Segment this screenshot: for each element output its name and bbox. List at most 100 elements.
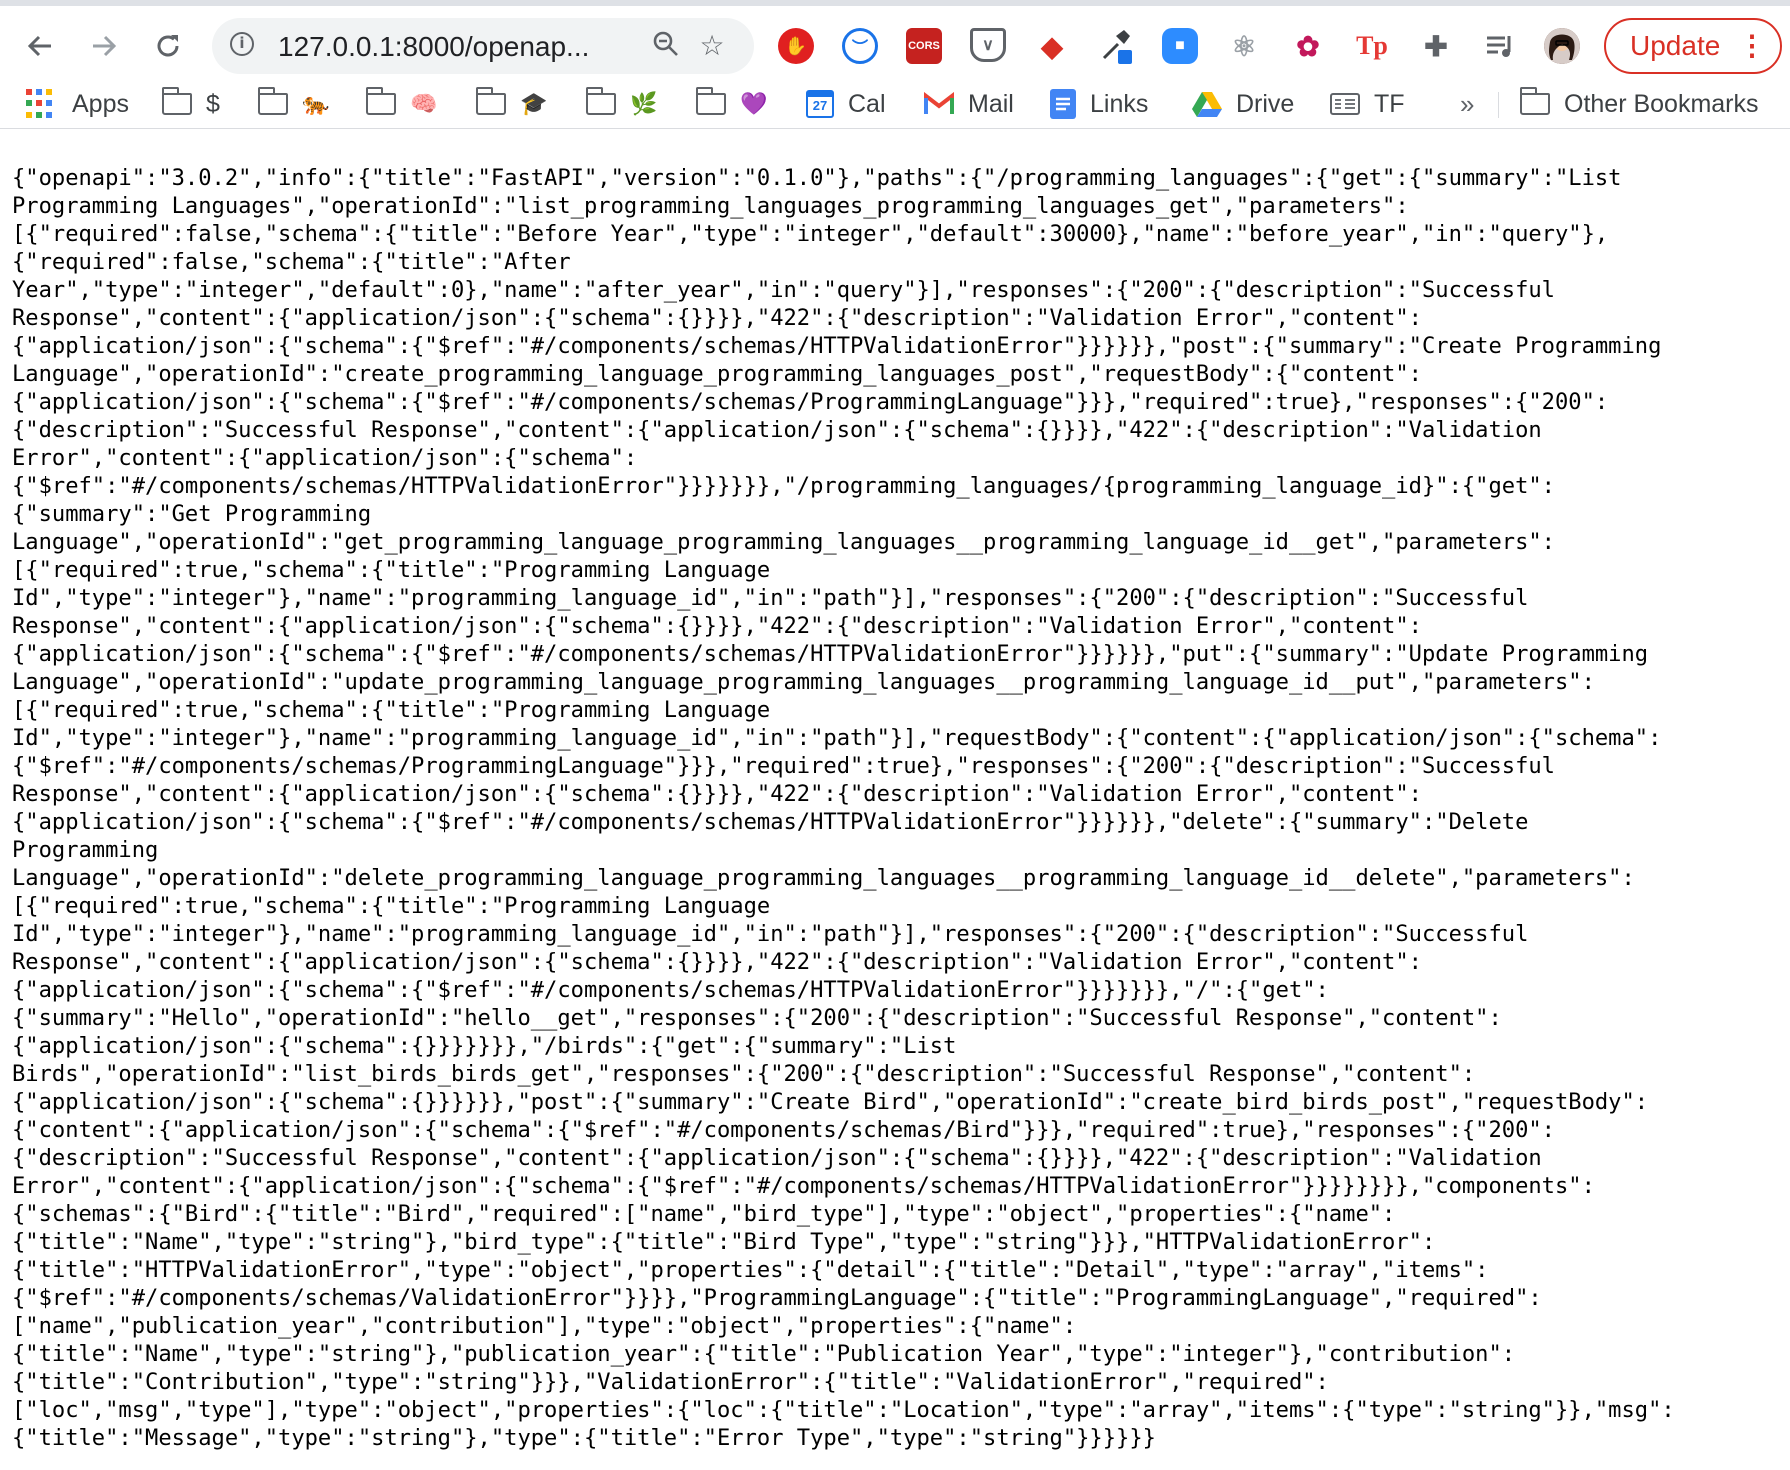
json-text-line: {"title":"Message","type":"string"},"typ…	[12, 1425, 1156, 1451]
json-text-line: {"application/json":{"schema":{"$ref":"#…	[12, 809, 1529, 835]
json-text-line: ["name","publication_year","contribution…	[12, 1313, 1077, 1339]
bookmark-folder-herb[interactable]: 🌿	[585, 86, 658, 122]
json-text-line: {"application/json":{"schema":{}}}}}},"p…	[12, 1089, 1649, 1115]
herb-icon: 🌿	[630, 91, 658, 116]
json-text-line: {"description":"Successful Response","co…	[12, 417, 1542, 443]
json-text-line: ["loc","msg","type"],"type":"object","pr…	[12, 1397, 1675, 1423]
bookmark-label: Apps	[72, 89, 129, 118]
json-text-line: Response","content":{"application/json":…	[12, 781, 1422, 807]
json-text-line: [{"required":false,"schema":{"title":"Be…	[12, 221, 1609, 247]
bookmark-cal[interactable]: 27 Cal	[806, 86, 886, 122]
google-drive-icon	[1192, 92, 1222, 117]
folder-icon	[1519, 87, 1550, 115]
docs-icon	[1050, 89, 1076, 119]
purple-heart-icon: 💜	[740, 91, 768, 116]
json-text-line: Response","content":{"application/json":…	[12, 949, 1422, 975]
folder-icon	[365, 87, 396, 115]
folder-icon	[161, 87, 192, 115]
json-text-line: {"application/json":{"schema":{"$ref":"#…	[12, 641, 1649, 667]
bookmarks-bar: Apps $ 🐅 🧠 🎓 🌿 💜 27 Cal Mail Links Drive	[0, 80, 1790, 129]
brain-icon: 🧠	[410, 91, 438, 116]
json-text-line: Language","operationId":"delete_programm…	[12, 865, 1635, 891]
bookmark-links[interactable]: Links	[1050, 86, 1148, 122]
apps-grid-icon	[26, 89, 56, 119]
url-text[interactable]: 127.0.0.1:8000/openap...	[278, 31, 589, 63]
kebab-menu-icon[interactable]: ⋮	[1738, 20, 1766, 72]
bookmark-folder-brain[interactable]: 🧠	[365, 86, 438, 122]
forward-arrow-icon[interactable]	[82, 24, 126, 68]
bookmark-drive[interactable]: Drive	[1192, 86, 1294, 122]
bookmark-apps[interactable]: Apps	[26, 86, 129, 122]
json-text-line: {"$ref":"#/components/schemas/Validation…	[12, 1285, 1542, 1311]
json-text-line: Response","content":{"application/json":…	[12, 305, 1422, 331]
json-text-line: {"$ref":"#/components/schemas/HTTPValida…	[12, 473, 1555, 499]
bookmark-label: Cal	[848, 89, 886, 118]
json-text-line: Language","operationId":"update_programm…	[12, 669, 1595, 695]
json-text-line: Programming	[12, 837, 159, 863]
json-text-line: Id","type":"integer"},"name":"programmin…	[12, 921, 1529, 947]
json-text-line: [{"required":true,"schema":{"title":"Pro…	[12, 557, 771, 583]
json-text-line: {"title":"Name","type":"string"},"public…	[12, 1341, 1516, 1367]
bookmark-tf[interactable]: TF	[1330, 86, 1405, 122]
gmail-icon	[924, 92, 954, 114]
zoom-meeting-extension-icon[interactable]: ■	[1162, 28, 1198, 64]
bookmark-label: Mail	[968, 89, 1014, 118]
site-info-icon[interactable]: i	[230, 32, 254, 56]
json-text-line: Error","content":{"application/json":{"s…	[12, 1173, 1595, 1199]
json-text-line: Programming Languages","operationId":"li…	[12, 193, 1409, 219]
profile-avatar[interactable]	[1544, 28, 1580, 64]
reload-icon[interactable]	[146, 24, 190, 68]
json-text-line: {"title":"Contribution","type":"string"}…	[12, 1369, 1329, 1395]
zoom-icon[interactable]	[650, 30, 682, 62]
json-text-line: {"schemas":{"Bird":{"title":"Bird","requ…	[12, 1201, 1396, 1227]
calendar-icon: 27	[806, 90, 834, 118]
keyboard-card-icon	[1330, 93, 1360, 115]
eyedropper-extension-icon[interactable]	[1098, 28, 1134, 64]
bookmark-folder-dollar[interactable]: $	[161, 86, 220, 122]
bookmark-folder-graduation[interactable]: 🎓	[475, 86, 548, 122]
flower-extension-icon[interactable]: ✿	[1290, 28, 1326, 64]
chat-extension-icon[interactable]: ︶	[842, 28, 878, 64]
bookmark-label: $	[206, 89, 220, 118]
json-text-line: Language","operationId":"create_programm…	[12, 361, 1422, 387]
json-text-line: Response","content":{"application/json":…	[12, 613, 1422, 639]
more-bookmarks-chevron-icon[interactable]: »	[1460, 86, 1474, 122]
bookmark-label: Other Bookmarks	[1564, 89, 1759, 118]
json-text-line: Id","type":"integer"},"name":"programmin…	[12, 585, 1529, 611]
json-text-line: {"application/json":{"schema":{"$ref":"#…	[12, 977, 1329, 1003]
json-text-line: Id","type":"integer"},"name":"programmin…	[12, 725, 1662, 751]
json-text-line: {"application/json":{"schema":{"$ref":"#…	[12, 389, 1609, 415]
browser-toolbar: i 127.0.0.1:8000/openap... ☆ ✋ ︶ CORS ∨ …	[0, 0, 1790, 80]
address-bar[interactable]: i 127.0.0.1:8000/openap... ☆	[212, 18, 754, 74]
json-text-line: {"application/json":{"schema":{"$ref":"#…	[12, 333, 1662, 359]
graduation-cap-icon: 🎓	[520, 91, 548, 116]
extensions-puzzle-icon[interactable]: ✚	[1418, 28, 1454, 64]
media-queue-icon[interactable]	[1482, 28, 1518, 64]
folder-icon	[475, 87, 506, 115]
json-text-line: [{"required":true,"schema":{"title":"Pro…	[12, 893, 771, 919]
json-text-line: {"content":{"application/json":{"schema"…	[12, 1117, 1555, 1143]
json-text-line: {"application/json":{"schema":{}}}}}}},"…	[12, 1033, 957, 1059]
back-arrow-icon[interactable]	[18, 24, 62, 68]
update-button[interactable]: Update ⋮	[1604, 18, 1782, 74]
json-text-line: {"summary":"Hello","operationId":"hello_…	[12, 1005, 1502, 1031]
bookmark-mail[interactable]: Mail	[924, 86, 1014, 122]
update-label: Update	[1630, 30, 1721, 61]
bookmark-star-icon[interactable]: ☆	[696, 30, 728, 62]
adblock-extension-icon[interactable]: ✋	[778, 28, 814, 64]
json-text-line: Language","operationId":"get_programming…	[12, 529, 1555, 555]
react-devtools-icon[interactable]: ⚛	[1226, 28, 1262, 64]
pocket-extension-icon[interactable]: ∨	[970, 28, 1006, 62]
bookmark-folder-tiger[interactable]: 🐅	[257, 86, 330, 122]
git-extension-icon[interactable]: ◆	[1034, 28, 1070, 64]
tp-extension-icon[interactable]: Tp	[1354, 28, 1390, 64]
json-text-line: {"required":false,"schema":{"title":"Aft…	[12, 249, 571, 275]
folder-icon	[695, 87, 726, 115]
cors-extension-icon[interactable]: CORS	[906, 28, 942, 64]
bookmark-other-bookmarks[interactable]: Other Bookmarks	[1519, 86, 1759, 122]
tiger-icon: 🐅	[302, 91, 330, 116]
bookmarks-divider	[1498, 92, 1499, 118]
json-text-line: {"title":"Name","type":"string"},"bird_t…	[12, 1229, 1436, 1255]
bookmark-folder-heart[interactable]: 💜	[695, 86, 768, 122]
json-text-line: Error","content":{"application/json":{"s…	[12, 445, 638, 471]
